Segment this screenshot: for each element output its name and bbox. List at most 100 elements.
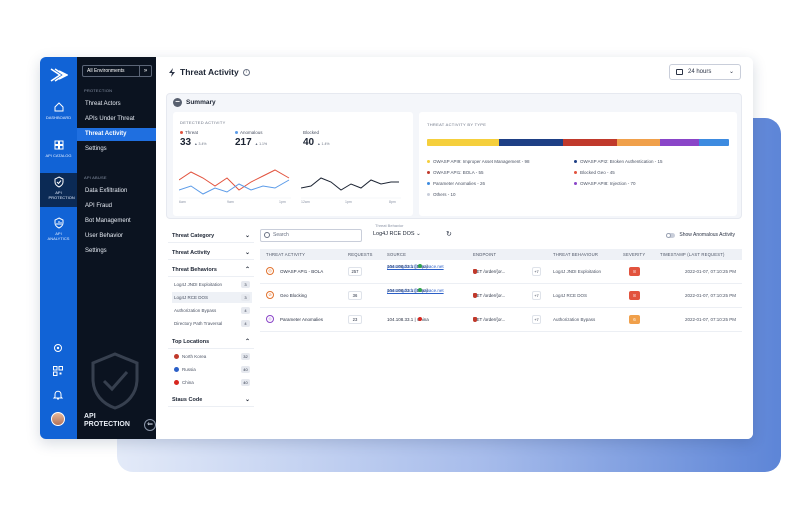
source-email-link[interactable]: passengduck@myspace.net	[387, 288, 444, 294]
rail-api-catalog[interactable]: API CATALOG	[40, 139, 77, 161]
threat-behavior-cell: Log4J RCE DOS	[553, 293, 588, 298]
sidebar-item-threat-activity[interactable]: Threat Activity	[77, 128, 156, 141]
blocked-change: ▲ 1.4%	[317, 142, 330, 146]
search-input[interactable]: Search	[260, 229, 362, 242]
severity-badge: 8	[629, 291, 640, 300]
column-header[interactable]: TIMESTAMP (LAST REQUEST)	[660, 252, 725, 257]
legend-dot	[574, 182, 577, 186]
threat-behavior-cell: Log4J JNDI Exploitation	[553, 269, 602, 274]
filter-option[interactable]: Authorization Bypass 4	[172, 305, 252, 316]
calendar-icon	[676, 69, 683, 75]
threat-behavior-select[interactable]: Log4J RCE DOS ⌄	[373, 231, 421, 237]
threat-dot	[180, 131, 183, 135]
filter-option[interactable]: Log4J JNDI Exploitation 3	[172, 279, 252, 290]
column-header[interactable]: REQUESTS	[348, 252, 373, 257]
time-range-value: 24 hours	[688, 69, 712, 75]
toggle-switch[interactable]	[666, 232, 676, 238]
flag-icon	[417, 288, 422, 292]
endpoint-more-badge[interactable]: +7	[532, 291, 541, 300]
info-icon[interactable]: i	[242, 68, 250, 76]
legend-item: OWASP API2: Broken Authentication - 15	[574, 159, 663, 164]
source-ip: 104.108.33.1 |	[387, 317, 417, 322]
tick-label: 1pm	[279, 200, 286, 204]
legend-item: OWASP API8: Injection - 70	[574, 181, 636, 186]
location-option[interactable]: Russia 40	[172, 364, 252, 375]
filter-threat-behaviors[interactable]: Threat Behaviors ⌃	[168, 263, 254, 277]
detected-activity-label: DETECTED ACTIVITY	[180, 120, 226, 125]
column-header[interactable]: THREAT ACTIVITY	[266, 252, 305, 257]
summary-header[interactable]: − Summary	[173, 98, 216, 107]
anomalous-label: Anomalous	[240, 130, 263, 135]
rail-label: API CATALOG	[45, 153, 72, 158]
table-row[interactable]: ⊘ Geo Blocking 36 passengduck@myspace.ne…	[260, 284, 742, 308]
user-avatar[interactable]	[51, 412, 65, 426]
type-bar-segment	[617, 139, 660, 146]
filter-status-code[interactable]: Staus Code ⌄	[168, 393, 254, 407]
show-anomalous-toggle[interactable]: Show Anomalous Activity	[666, 232, 735, 238]
location-option[interactable]: North Korea 32	[172, 351, 252, 362]
icon-rail: DASHBOARD API CATALOG API PROTECTION API…	[40, 57, 77, 439]
table-row[interactable]: ◇ Parameter Anomalies 23 104.108.33.1 | …	[260, 308, 742, 332]
endpoint-text: GET /order/{or...	[473, 317, 506, 322]
filter-option[interactable]: Directory Path Traversal 4	[172, 318, 252, 329]
threat-label: Threat	[185, 130, 199, 135]
flag-icon	[417, 317, 422, 321]
flag-icon	[174, 367, 179, 373]
table-row[interactable]: ◎ OWASP API1 - BOLA 257 passengduck@mysp…	[260, 260, 742, 284]
column-header[interactable]: SEVERITY	[623, 252, 645, 257]
anomalous-dot	[235, 131, 238, 135]
legend-text: OWASP API8: Injection - 70	[580, 181, 636, 186]
requests-badge: 23	[348, 315, 362, 324]
filter-option-selected[interactable]: Log4J RCE DOS 3	[172, 292, 252, 303]
location-count: 32	[241, 353, 250, 360]
bell-icon[interactable]	[52, 389, 64, 401]
product-name-line1: API	[84, 413, 96, 420]
filter-threat-category[interactable]: Threat Category ⌄	[168, 229, 254, 243]
column-header[interactable]: THREAT BEHAVIOUR	[553, 252, 598, 257]
tick-label: 6am	[179, 200, 186, 204]
sidebar-item-settings[interactable]: Settings	[77, 143, 156, 156]
shield-watermark-icon	[91, 352, 139, 410]
filter-top-locations[interactable]: Top Locations ⌃	[168, 335, 254, 349]
environment-select[interactable]: All Environments »	[82, 65, 152, 77]
sidebar-item-threat-actors[interactable]: Threat Actors	[77, 98, 156, 111]
collapse-sidebar-button[interactable]: ⇐	[144, 419, 156, 431]
settings-icon[interactable]	[52, 342, 64, 354]
filter-title: Top Locations	[172, 339, 210, 345]
threat-type-label: THREAT ACTIVITY BY TYPE	[427, 122, 487, 127]
time-range-select[interactable]: 24 hours ⌄	[669, 64, 741, 80]
filter-option-label: Authorization Bypass	[174, 308, 217, 313]
sidebar-item-data-exfiltration[interactable]: Data Exfiltration	[77, 185, 156, 198]
qr-icon[interactable]	[52, 365, 64, 377]
sidebar-item-apis-under-threat[interactable]: APIs Under Threat	[77, 113, 156, 126]
refresh-icon[interactable]: ↻	[446, 230, 452, 238]
location-count: 40	[241, 379, 250, 386]
legend-text: Others - 10	[433, 192, 456, 197]
threat-type-card: THREAT ACTIVITY BY TYPE OWASP API9: Impr…	[419, 112, 737, 216]
filter-threat-activity[interactable]: Threat Activity ⌄	[168, 246, 254, 260]
sidebar-item-abuse-settings[interactable]: Settings	[77, 245, 156, 258]
location-option[interactable]: China 40	[172, 377, 252, 388]
collapse-icon[interactable]: −	[173, 98, 182, 107]
column-header[interactable]: SOURCE	[387, 252, 406, 257]
rail-label: DASHBOARD	[45, 115, 72, 120]
sidebar-item-bot-management[interactable]: Bot Management	[77, 215, 156, 228]
rail-dashboard[interactable]: DASHBOARD	[40, 101, 77, 123]
endpoint-more-badge[interactable]: +7	[532, 315, 541, 324]
type-bar-segment	[659, 139, 699, 146]
column-header[interactable]: ENDPOINT	[473, 252, 496, 257]
rail-api-analytics[interactable]: API ANALYTICS	[40, 217, 77, 247]
tick-label: 1pm	[345, 200, 352, 204]
sidebar-item-api-fraud[interactable]: API Fraud	[77, 200, 156, 213]
source-email-link[interactable]: passengduck@myspace.net	[387, 264, 444, 270]
sidebar-item-user-behavior[interactable]: User Behavior	[77, 230, 156, 243]
product-name-line2: PROTECTION	[84, 421, 130, 428]
legend-item: Parameter Anomalies - 26	[427, 181, 485, 186]
endpoint-more-badge[interactable]: +7	[532, 267, 541, 276]
shield-icon	[473, 293, 477, 298]
logo-icon[interactable]	[50, 67, 68, 83]
summary-panel: − Summary DETECTED ACTIVITY Threat 33 ▲ 3…	[166, 93, 742, 219]
threat-behavior-cell: Authorization Bypass	[553, 317, 596, 322]
threat-value: 33 ▲ 3.4%	[180, 137, 207, 148]
rail-api-protection[interactable]: API PROTECTION	[40, 173, 77, 207]
